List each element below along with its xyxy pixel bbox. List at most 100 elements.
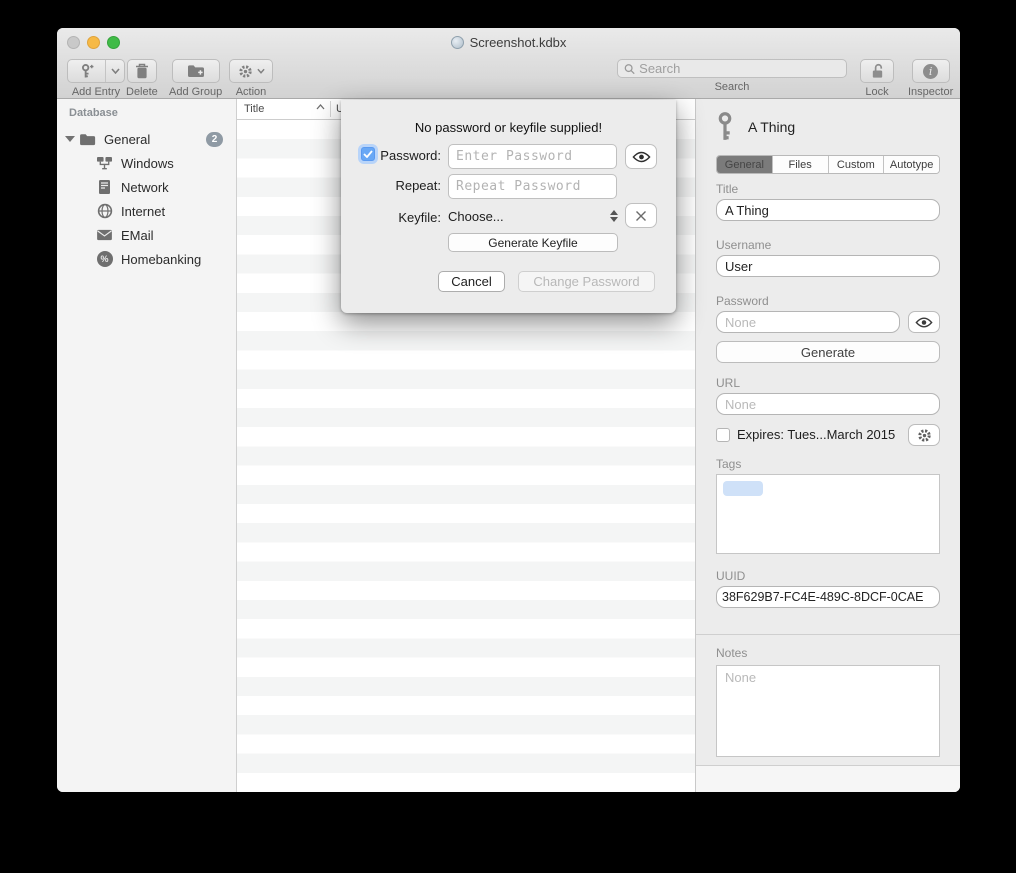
inspector-footer (696, 766, 960, 792)
cancel-button[interactable]: Cancel (438, 271, 505, 292)
tags-box[interactable] (716, 474, 940, 554)
globe-icon (96, 203, 113, 220)
eye-icon (632, 151, 651, 163)
trash-icon (135, 63, 149, 79)
entry-count-badge: 2 (206, 132, 223, 147)
app-window: Screenshot.kdbx Add Entry D (57, 28, 960, 792)
chevron-down-icon (257, 68, 265, 74)
tag-pill[interactable] (723, 481, 763, 496)
document-icon (451, 36, 464, 49)
percent-circle-icon: % (96, 251, 113, 268)
sidebar-item-email[interactable]: EMail (57, 223, 236, 247)
inspector-button[interactable]: i (912, 59, 950, 83)
lock-button[interactable] (860, 59, 894, 83)
uuid-field-label: UUID (716, 569, 745, 583)
sidebar-item-homebanking[interactable]: % Homebanking (57, 247, 236, 271)
disclosure-triangle-icon[interactable] (65, 136, 75, 142)
windows-network-icon (96, 155, 113, 172)
sidebar-item-general[interactable]: General 2 (57, 127, 236, 151)
key-plus-icon (68, 60, 105, 82)
change-password-button[interactable]: Change Password (518, 271, 655, 292)
generate-password-button[interactable]: Generate (716, 341, 940, 363)
sidebar-item-internet[interactable]: Internet (57, 199, 236, 223)
repeat-label: Repeat: (361, 178, 441, 193)
show-password-button[interactable] (625, 144, 657, 169)
keyfile-selected-value: Choose... (448, 209, 504, 224)
tab-custom[interactable]: Custom (829, 156, 885, 173)
gear-icon (238, 64, 253, 79)
search-label: Search (715, 81, 750, 93)
entry-title: A Thing (748, 119, 795, 135)
sidebar-item-windows[interactable]: Windows (57, 151, 236, 175)
action-button[interactable] (229, 59, 273, 83)
info-icon: i (923, 64, 938, 79)
username-field[interactable] (716, 255, 940, 277)
folder-plus-icon (187, 64, 205, 78)
chevron-down-icon (111, 68, 120, 74)
tab-files[interactable]: Files (773, 156, 829, 173)
folder-icon (79, 131, 96, 148)
add-group-label: Add Group (169, 86, 222, 98)
delete-button[interactable] (127, 59, 157, 83)
column-divider[interactable] (330, 101, 331, 117)
sidebar-item-label: General (104, 132, 150, 147)
notes-field[interactable] (716, 665, 940, 757)
delete-label: Delete (126, 86, 158, 98)
x-icon (635, 210, 647, 222)
column-header-title[interactable]: Title (244, 103, 264, 115)
sidebar: Database General 2 Windows Network (57, 99, 237, 792)
sidebar-item-label: Windows (121, 156, 174, 171)
password-label: Password: (361, 148, 441, 163)
search-input[interactable] (639, 61, 840, 76)
inspector-panel: A Thing General Files Custom Autotype Ti… (696, 99, 960, 792)
uuid-field[interactable] (716, 586, 940, 608)
expires-row: Expires: Tues...March 2015 (716, 427, 895, 442)
title-field-label: Title (716, 182, 738, 196)
password-field-label: Password (716, 294, 769, 308)
sidebar-section-header: Database (69, 107, 118, 119)
notes-label: Notes (716, 646, 747, 660)
sidebar-item-label: Homebanking (121, 252, 201, 267)
password-field[interactable] (716, 311, 900, 333)
sort-ascending-icon (316, 104, 325, 110)
username-field-label: Username (716, 238, 771, 252)
envelope-icon (96, 227, 113, 244)
sidebar-item-label: EMail (121, 228, 154, 243)
title-field[interactable] (716, 199, 940, 221)
key-icon (714, 112, 736, 142)
add-entry-button[interactable] (67, 59, 125, 83)
open-padlock-icon (870, 63, 885, 79)
eye-icon (915, 317, 933, 328)
inspector-label: Inspector (908, 86, 953, 98)
tags-label: Tags (716, 457, 741, 471)
keyfile-label: Keyfile: (361, 210, 441, 225)
window-header: Screenshot.kdbx Add Entry D (57, 28, 960, 99)
repeat-password-input[interactable] (448, 174, 617, 199)
url-field[interactable] (716, 393, 940, 415)
titlebar[interactable]: Screenshot.kdbx (57, 28, 960, 57)
add-group-button[interactable] (172, 59, 220, 83)
sidebar-item-network[interactable]: Network (57, 175, 236, 199)
tab-autotype[interactable]: Autotype (884, 156, 939, 173)
search-field[interactable] (617, 59, 847, 78)
clear-keyfile-button[interactable] (625, 203, 657, 228)
inspector-tabs: General Files Custom Autotype (716, 155, 940, 174)
change-password-dialog: No password or keyfile supplied! Passwor… (341, 100, 676, 313)
add-entry-label: Add Entry (72, 86, 120, 98)
expires-settings-button[interactable] (908, 424, 940, 446)
gear-icon (917, 428, 932, 443)
add-entry-dropdown[interactable] (105, 60, 124, 82)
generate-keyfile-button[interactable]: Generate Keyfile (448, 233, 618, 252)
action-label: Action (236, 86, 267, 98)
lock-label: Lock (865, 86, 888, 98)
show-password-button[interactable] (908, 311, 940, 333)
enter-password-input[interactable] (448, 144, 617, 169)
popup-stepper-icon (610, 210, 618, 222)
search-icon (624, 63, 635, 75)
tab-general[interactable]: General (717, 156, 773, 173)
section-divider (696, 634, 960, 635)
sidebar-item-label: Internet (121, 204, 165, 219)
expires-checkbox[interactable] (716, 428, 730, 442)
url-field-label: URL (716, 376, 740, 390)
keyfile-popup[interactable]: Choose... (448, 204, 618, 228)
